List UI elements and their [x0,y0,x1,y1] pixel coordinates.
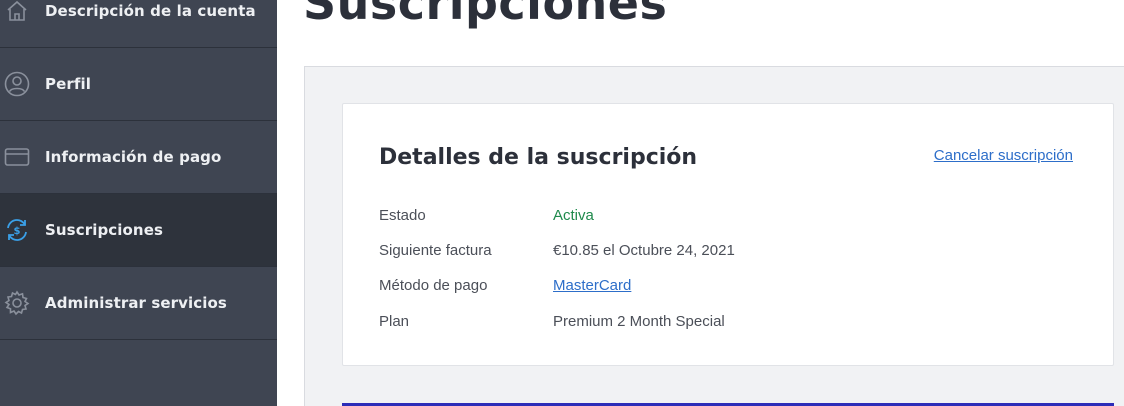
detail-label: Estado [379,207,426,224]
status-value: Activa [553,207,594,224]
sidebar-item-label: Descripción de la cuenta [45,2,256,20]
home-icon [4,0,30,24]
sidebar-item-label: Perfil [45,75,91,93]
cancel-subscription-link[interactable]: Cancelar suscripción [934,147,1073,164]
sidebar-item-profile[interactable]: Perfil [0,48,277,121]
card-title: Detalles de la suscripción [379,145,698,170]
main-content: Suscripciones Detalles de la suscripción… [277,0,1124,406]
sidebar-item-subscriptions[interactable]: $ Suscripciones [0,194,277,267]
subscription-details-card: Detalles de la suscripción Cancelar susc… [342,103,1114,366]
sidebar-item-payment-info[interactable]: Información de pago [0,121,277,194]
plan-value: Premium 2 Month Special [553,313,725,330]
gear-icon [4,290,30,316]
subscriptions-panel: Detalles de la suscripción Cancelar susc… [304,66,1124,406]
sidebar-item-label: Administrar servicios [45,294,227,312]
page-title: Suscripciones [303,0,668,30]
credit-card-icon [4,144,30,170]
sidebar-item-label: Suscripciones [45,221,163,239]
detail-label: Plan [379,313,410,330]
subscription-icon: $ [4,217,30,243]
payment-method-link[interactable]: MasterCard [553,277,631,294]
sidebar-item-manage-services[interactable]: Administrar servicios [0,267,277,340]
sidebar-item-account-overview[interactable]: Descripción de la cuenta [0,0,277,48]
user-icon [4,71,30,97]
next-invoice-value: €10.85 el Octubre 24, 2021 [553,242,735,259]
detail-label: Método de pago [379,277,488,294]
detail-label: Siguiente factura [379,242,492,259]
sidebar: Descripción de la cuenta Perfil Informac… [0,0,277,406]
svg-text:$: $ [14,226,21,237]
sidebar-item-label: Información de pago [45,148,222,166]
